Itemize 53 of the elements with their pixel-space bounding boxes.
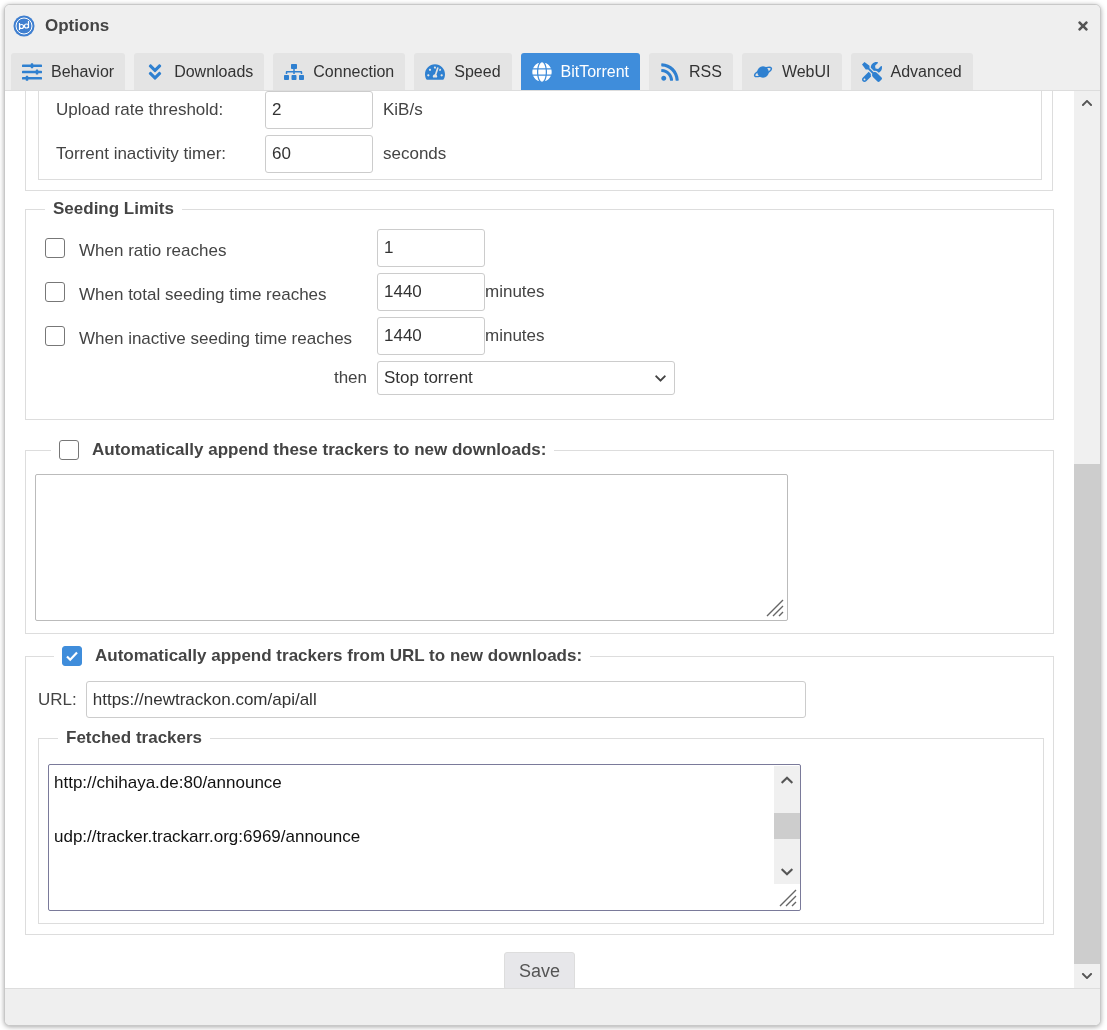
close-icon — [1076, 19, 1090, 33]
resize-grip-icon[interactable] — [764, 597, 784, 617]
tab[interactable]: RSS — [649, 53, 733, 90]
network-icon — [284, 61, 305, 82]
gauge-icon — [425, 61, 446, 82]
input-field[interactable]: 60 — [265, 135, 373, 173]
checkbox-label: When ratio reaches — [79, 240, 228, 261]
checkmark-icon — [65, 649, 79, 663]
tab[interactable]: Downloads — [134, 53, 265, 90]
fetched-trackers-text-area[interactable]: http://chihaya.de:80/announce udp://tracker.trackarr.org:6969/announce — [48, 764, 801, 911]
action-dropdown[interactable]: Stop torrent — [377, 361, 675, 395]
tracker-url-text: http://chihaya.de:80/announce — [54, 773, 283, 793]
trackers-text-area[interactable] — [35, 474, 788, 621]
unit-label: minutes — [485, 326, 546, 346]
rss-icon — [660, 61, 680, 82]
checkbox[interactable] — [59, 440, 79, 460]
input-field[interactable]: 2 — [265, 91, 373, 129]
group-title: Seeding Limits — [52, 199, 175, 219]
input-field[interactable]: 1440 — [377, 317, 485, 355]
sliders-icon — [22, 61, 42, 82]
tab[interactable]: Connection — [273, 53, 406, 90]
unit-label: seconds — [383, 144, 447, 164]
url-input-field[interactable]: https://newtrackon.com/api/all — [85, 681, 806, 718]
checkbox[interactable] — [45, 326, 65, 346]
field-label: URL: — [38, 689, 77, 710]
checkbox-label: Automatically append trackers from URL to new downloads: — [95, 646, 583, 666]
input-field[interactable]: 1440 — [377, 273, 485, 311]
checkbox-label: When inactive seeding time reaches — [79, 328, 354, 349]
field-label: Torrent inactivity timer: — [56, 144, 228, 164]
unit-label: KiB/s — [383, 100, 423, 120]
checkbox-label: When total seeding time reaches — [79, 284, 328, 305]
tools-icon — [861, 61, 882, 82]
scrollbar-drawing[interactable] — [774, 766, 800, 884]
input-field[interactable]: 1 — [377, 229, 485, 267]
checkbox-label: Automatically append these trackers to new downloads: — [92, 440, 547, 460]
checkbox[interactable] — [62, 646, 82, 666]
tab[interactable]: WebUI — [741, 53, 842, 90]
globe-icon — [531, 61, 552, 82]
field-label: Upload rate threshold: — [56, 100, 225, 120]
group-title: Fetched trackers — [65, 728, 204, 748]
window-title: Options — [45, 16, 111, 36]
unit-label: minutes — [485, 282, 546, 302]
scrollbar-drawing[interactable] — [1074, 91, 1100, 988]
checkbox[interactable] — [45, 238, 65, 258]
field-label: then — [332, 368, 368, 388]
app-logo-icon — [13, 15, 35, 37]
checkbox[interactable] — [45, 282, 65, 302]
save-button[interactable]: Save — [504, 952, 575, 988]
tracker-url-text: udp://tracker.trackarr.org:6969/announce — [54, 827, 362, 847]
resize-grip-icon[interactable] — [777, 887, 797, 907]
tab[interactable]: Speed — [414, 53, 512, 90]
tab[interactable]: Behavior — [11, 53, 126, 90]
tab[interactable]: Advanced — [850, 53, 973, 90]
